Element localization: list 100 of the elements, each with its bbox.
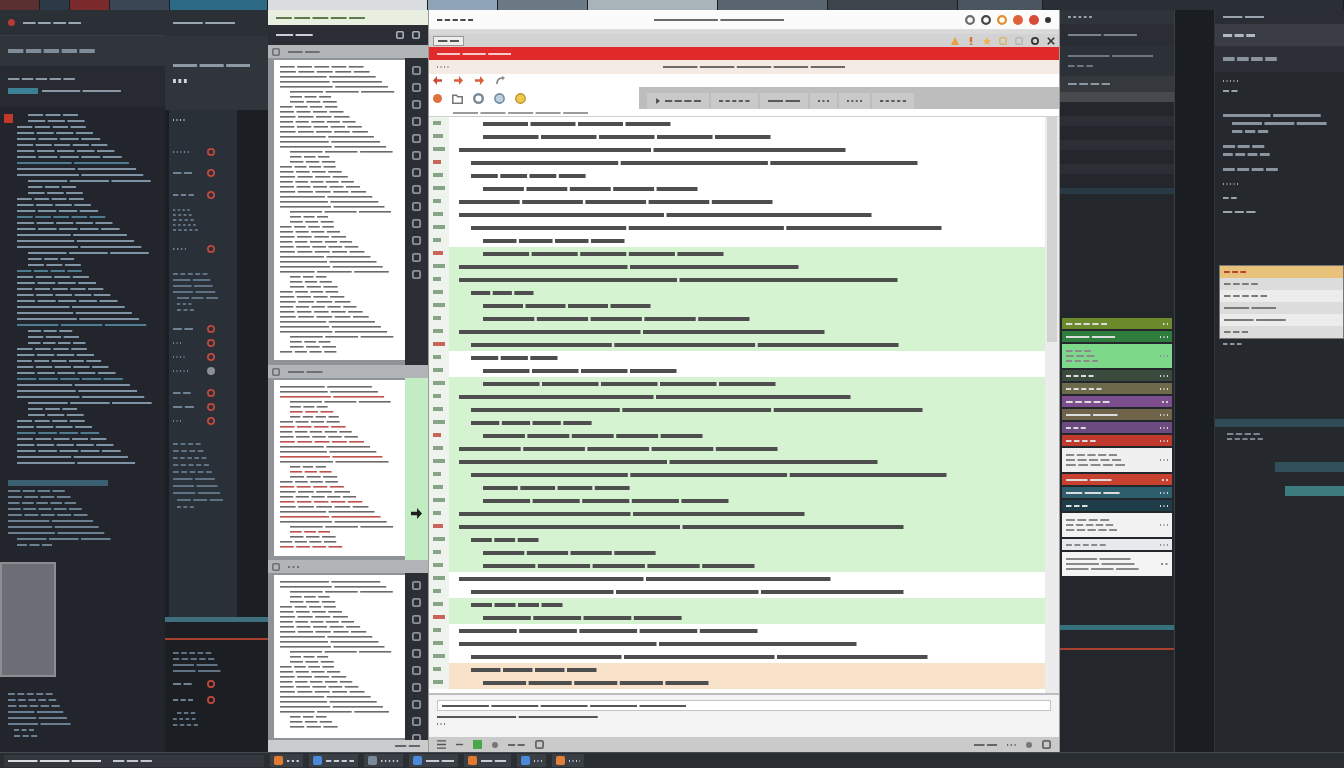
minus-icon[interactable] xyxy=(456,741,463,748)
blurred-text xyxy=(437,18,474,21)
window-thumbnail[interactable] xyxy=(828,0,958,10)
editor-tab[interactable] xyxy=(810,93,838,109)
track-row[interactable] xyxy=(1062,318,1172,329)
track-row[interactable] xyxy=(1062,487,1172,498)
track-row[interactable] xyxy=(1062,448,1172,472)
scrollbar[interactable] xyxy=(1045,117,1059,693)
track-row[interactable] xyxy=(1062,383,1172,394)
track-row[interactable] xyxy=(1062,539,1172,550)
ring-icon[interactable] xyxy=(965,14,975,25)
blurred-text xyxy=(173,443,224,508)
blurred-text xyxy=(288,565,299,568)
window-thumbnail[interactable] xyxy=(718,0,828,10)
curved-arrow-icon[interactable] xyxy=(496,76,505,85)
blurred-text xyxy=(1223,33,1256,37)
blurred-text xyxy=(481,759,507,762)
track-row[interactable] xyxy=(1062,474,1172,485)
dropdown-item[interactable] xyxy=(1220,266,1343,278)
close-icon[interactable] xyxy=(1047,36,1055,45)
square-icon[interactable] xyxy=(534,740,544,749)
taskbar-button[interactable] xyxy=(408,754,459,767)
window-thumbnail[interactable] xyxy=(1043,0,1344,10)
dot-icon[interactable] xyxy=(492,741,498,748)
editor-tab[interactable] xyxy=(647,93,710,109)
blurred-text xyxy=(1066,491,1120,494)
track-row[interactable] xyxy=(1062,500,1172,511)
circle-icon[interactable] xyxy=(494,92,505,104)
window-thumbnail[interactable] xyxy=(588,0,718,10)
blurred-text xyxy=(1066,519,1118,531)
dropdown-item[interactable] xyxy=(1220,314,1343,326)
window-thumbnail[interactable] xyxy=(958,0,1043,10)
taskbar-button[interactable] xyxy=(308,754,359,767)
blurred-text xyxy=(1223,168,1278,171)
dropdown-item[interactable] xyxy=(1220,326,1343,338)
track-row[interactable] xyxy=(1062,396,1172,407)
menu-icon[interactable] xyxy=(437,740,446,749)
blurred-text xyxy=(1160,426,1168,429)
taskbar-button[interactable] xyxy=(516,754,546,767)
editor-tab[interactable] xyxy=(872,93,915,109)
left-arrow-icon[interactable] xyxy=(433,76,442,85)
editor-tab[interactable] xyxy=(839,93,871,109)
app-icon xyxy=(468,756,478,765)
track-row[interactable] xyxy=(1062,435,1172,446)
square-icon xyxy=(272,47,280,56)
taskbar-button[interactable] xyxy=(270,754,303,767)
folder-icon[interactable] xyxy=(452,92,463,104)
square-icon[interactable] xyxy=(1042,740,1051,749)
caret-icon xyxy=(655,98,661,104)
timeline-bar xyxy=(1285,486,1344,496)
editor-tab[interactable] xyxy=(711,93,758,109)
window-thumbnail[interactable] xyxy=(0,0,40,10)
taskbar-button[interactable] xyxy=(551,754,585,767)
blurred-text xyxy=(508,743,525,746)
blurred-text xyxy=(1160,335,1168,338)
dot-icon[interactable] xyxy=(1013,14,1023,25)
timeline-bar xyxy=(1275,462,1344,472)
star-icon[interactable] xyxy=(983,36,991,45)
track-row[interactable] xyxy=(1062,370,1172,381)
blurred-text xyxy=(287,759,299,762)
ring-icon[interactable] xyxy=(981,14,991,25)
window-thumbnail[interactable] xyxy=(268,0,428,10)
dropdown-item[interactable] xyxy=(1220,290,1343,302)
track-row[interactable] xyxy=(1062,422,1172,433)
window-thumbnail[interactable] xyxy=(40,0,70,10)
dropdown-item[interactable] xyxy=(1220,278,1343,290)
dot-icon[interactable] xyxy=(1029,14,1039,25)
window-thumbnail[interactable] xyxy=(170,0,268,10)
circle-icon[interactable] xyxy=(515,92,526,104)
dot-icon[interactable] xyxy=(1045,16,1051,23)
window-thumbnail[interactable] xyxy=(110,0,170,10)
selection-highlight xyxy=(8,88,38,94)
track-row[interactable] xyxy=(1062,331,1172,342)
scrollbar-thumb[interactable] xyxy=(1047,117,1057,342)
window-thumbnail[interactable] xyxy=(498,0,588,10)
blurred-code-text xyxy=(471,537,539,542)
track-row[interactable] xyxy=(1062,552,1172,576)
blurred-text xyxy=(1066,413,1118,416)
exclamation-icon[interactable] xyxy=(967,36,975,45)
window-thumbnail[interactable] xyxy=(428,0,498,10)
ring-icon[interactable] xyxy=(1031,36,1039,45)
blurred-text xyxy=(1066,426,1086,429)
taskbar-button[interactable] xyxy=(464,754,511,767)
editor-tab[interactable] xyxy=(759,93,809,109)
dropdown-item[interactable] xyxy=(1220,302,1343,314)
right-arrow-icon[interactable] xyxy=(475,76,484,85)
dropdown-button[interactable] xyxy=(433,35,465,46)
track-row[interactable] xyxy=(1062,344,1172,368)
blurred-text xyxy=(1066,439,1096,442)
app-icon xyxy=(520,756,530,765)
track-row[interactable] xyxy=(1062,409,1172,420)
blurred-text xyxy=(425,759,455,762)
track-row[interactable] xyxy=(1062,513,1172,537)
ring-icon xyxy=(207,148,215,156)
blurred-text xyxy=(8,693,71,737)
dot-icon[interactable] xyxy=(433,93,442,103)
right-arrow-icon[interactable] xyxy=(454,76,463,85)
window-thumbnail[interactable] xyxy=(70,0,110,10)
input-field[interactable] xyxy=(437,700,1051,711)
blurred-text xyxy=(533,759,542,762)
